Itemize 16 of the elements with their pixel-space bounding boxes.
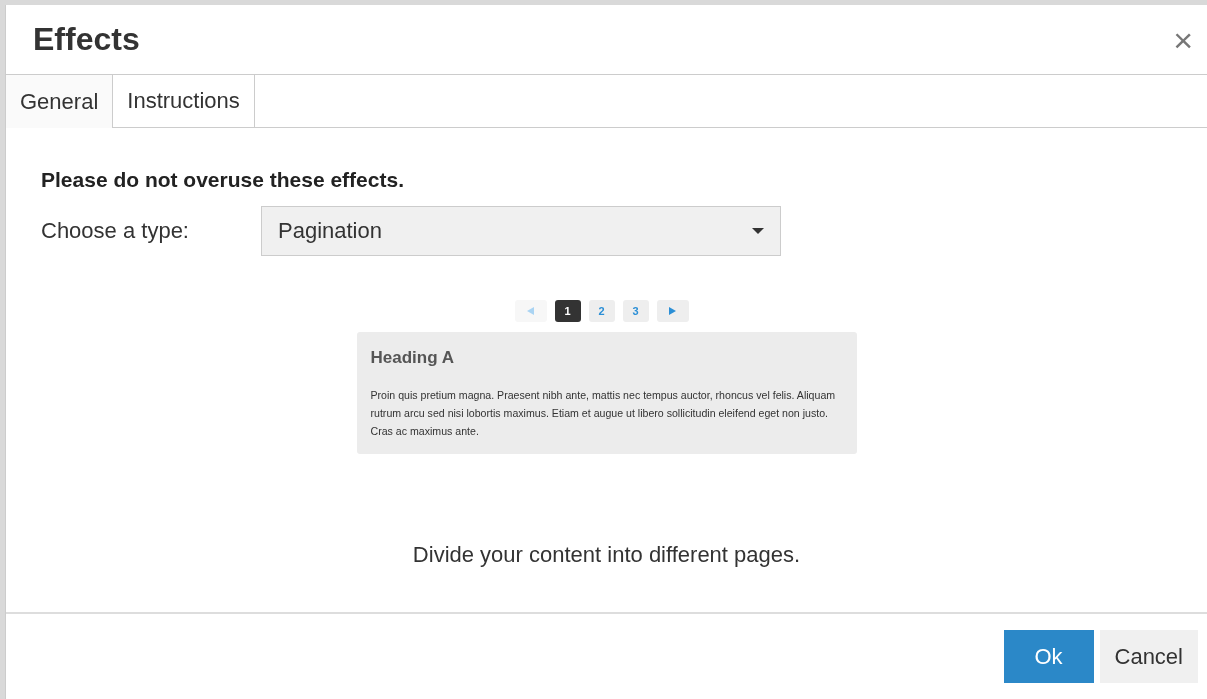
ok-button[interactable]: Ok bbox=[1003, 630, 1094, 683]
next-page-button[interactable] bbox=[656, 300, 689, 322]
warning-text: Please do not overuse these effects. bbox=[41, 168, 405, 192]
card-text: Proin quis pretium magna. Praesent nibh ante, mattis nec tempus auctor, rhoncus vel felis. Aliquam rutrum arcu sed nisi lobortis maximus. Etiam et augue ut libero sollicitudin eleifend eget non justo. Cras ac maximus ante. bbox=[370, 388, 837, 439]
caret-icon bbox=[752, 228, 764, 234]
right-triangle-icon bbox=[669, 307, 676, 315]
card-heading: Heading A bbox=[370, 348, 455, 368]
tab[interactable]: General bbox=[6, 75, 114, 128]
dialog-title: Effects bbox=[33, 21, 140, 58]
cancel-button[interactable]: Cancel bbox=[1099, 630, 1198, 683]
description-text: Divide your content into different pages. bbox=[411, 542, 802, 568]
left-triangle-icon bbox=[527, 307, 534, 315]
page-button[interactable]: 1 bbox=[554, 300, 581, 322]
close-button[interactable]: × bbox=[1159, 22, 1207, 57]
type-dropdown[interactable]: Pagination bbox=[261, 206, 781, 256]
field-label: Choose a type: bbox=[41, 218, 190, 244]
